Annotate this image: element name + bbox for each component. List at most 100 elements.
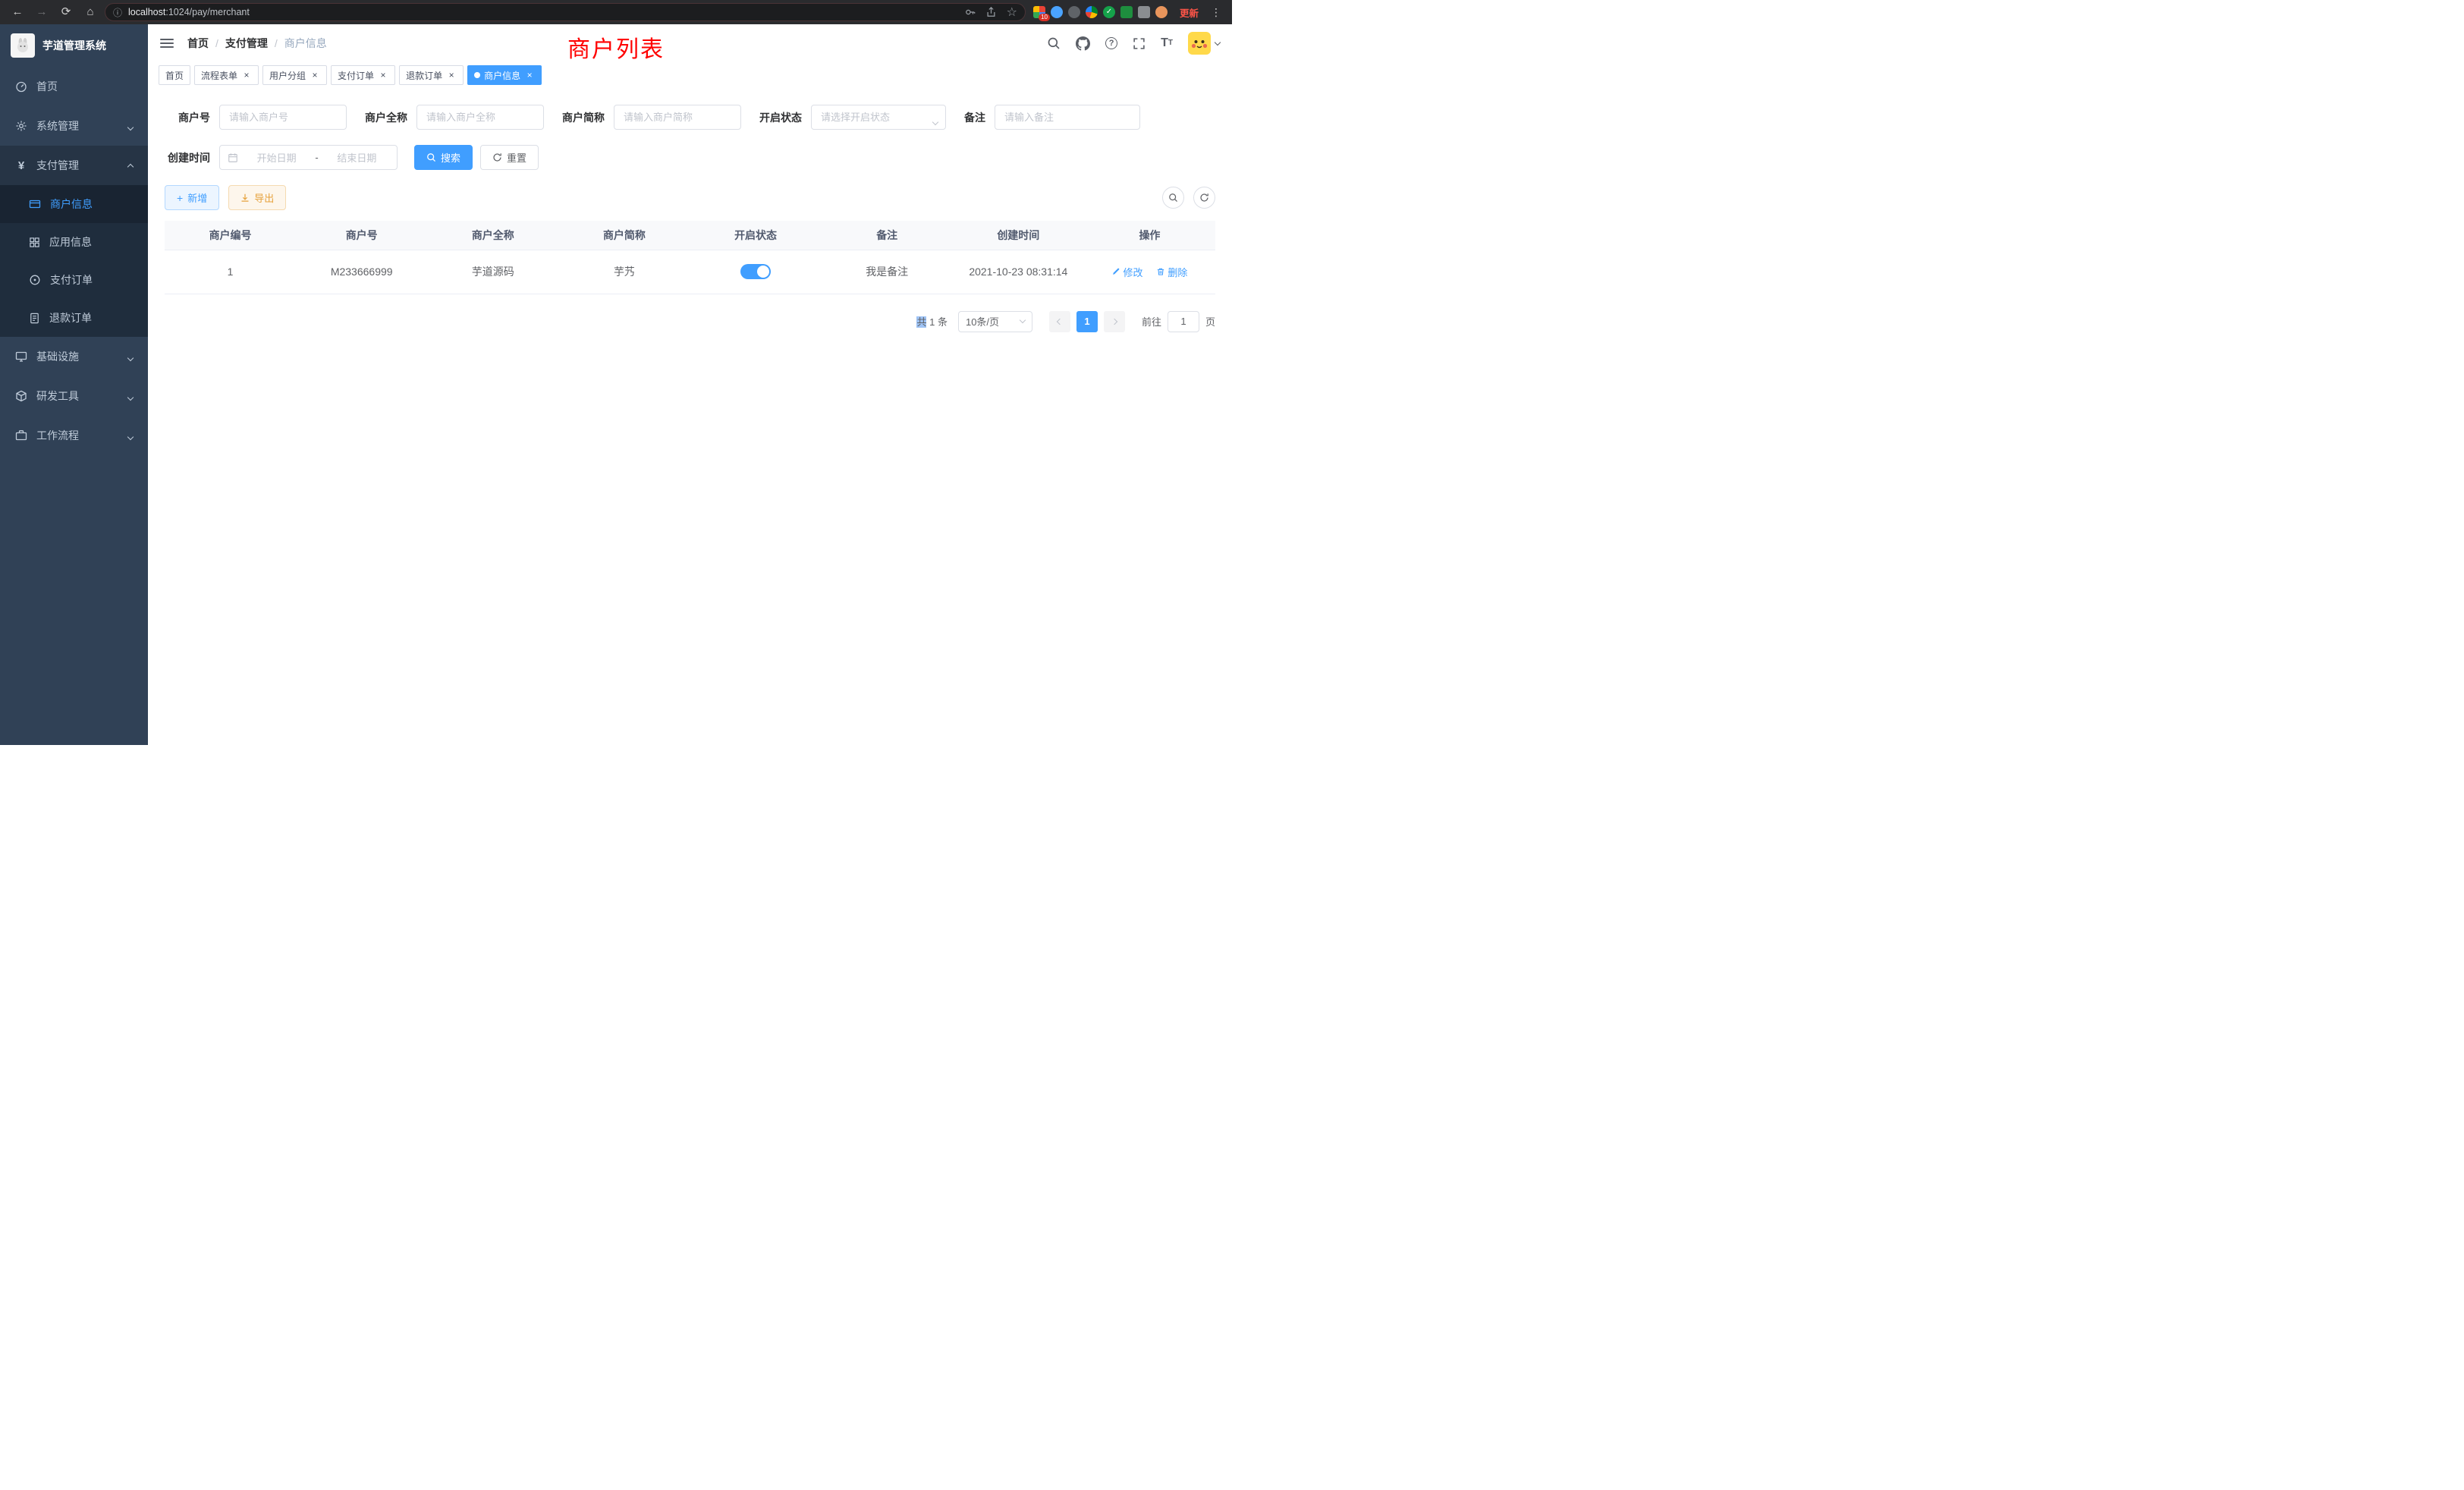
sidebar-item-home[interactable]: 首页	[0, 67, 148, 106]
toolbar-right-panel	[1162, 187, 1215, 209]
tab-label: 退款订单	[406, 69, 442, 82]
full-name-input[interactable]	[416, 105, 544, 130]
extension-colorful-icon[interactable]: 10	[1033, 6, 1045, 18]
browser-back-icon[interactable]: ←	[8, 2, 27, 22]
tags-view: 首页 流程表单 × 用户分组 × 支付订单 × 退款订单 × 商户信息 ×	[148, 62, 1232, 88]
prev-page-button[interactable]	[1049, 311, 1070, 332]
close-icon[interactable]: ×	[446, 70, 457, 80]
browser-update-button[interactable]: 更新	[1175, 5, 1203, 20]
password-key-icon[interactable]	[965, 7, 976, 17]
close-icon[interactable]: ×	[524, 70, 535, 80]
calendar-icon	[228, 152, 238, 163]
sidebar-item-merchant-info[interactable]: 商户信息	[0, 185, 148, 223]
close-icon[interactable]: ×	[241, 70, 252, 80]
browser-menu-icon[interactable]: ⋮	[1208, 6, 1224, 19]
main-area: 首页 / 支付管理 / 商户信息 ? TT	[148, 24, 1232, 745]
merchant-no-input[interactable]	[219, 105, 347, 130]
sidebar-item-pay-order[interactable]: 支付订单	[0, 261, 148, 299]
date-range-picker[interactable]: 开始日期 - 结束日期	[219, 145, 398, 170]
status-toggle[interactable]	[740, 264, 771, 279]
extension-green-check-icon[interactable]: ✓	[1103, 6, 1115, 18]
github-icon[interactable]	[1076, 36, 1090, 51]
sidebar-item-infrastructure[interactable]: 基础设施	[0, 337, 148, 376]
browser-home-icon[interactable]: ⌂	[80, 2, 100, 22]
merchant-no-label: 商户号	[165, 110, 210, 125]
browser-address-bar[interactable]: ⓘ localhost:1024/pay/merchant ☆	[105, 3, 1026, 21]
site-info-icon[interactable]: ⓘ	[113, 6, 122, 19]
browser-profile-avatar[interactable]	[1155, 6, 1168, 18]
tab-label: 首页	[165, 69, 184, 82]
tab-pay-order[interactable]: 支付订单 ×	[331, 65, 395, 85]
sidebar-item-label: 商户信息	[50, 196, 93, 212]
chevron-down-icon	[128, 390, 133, 402]
next-page-button[interactable]	[1104, 311, 1125, 332]
refresh-table-icon[interactable]	[1193, 187, 1215, 209]
cell-short-name: 芋艿	[558, 250, 690, 294]
tab-user-group[interactable]: 用户分组 ×	[262, 65, 327, 85]
breadcrumb-home[interactable]: 首页	[187, 36, 209, 51]
sidebar-item-dev-tools[interactable]: 研发工具	[0, 376, 148, 416]
sidebar-item-refund-order[interactable]: 退款订单	[0, 299, 148, 337]
share-icon[interactable]	[986, 7, 996, 17]
sidebar-toggle-icon[interactable]	[160, 39, 174, 48]
search-icon[interactable]	[1047, 36, 1061, 50]
delete-button[interactable]: 删除	[1156, 265, 1187, 279]
short-name-input[interactable]	[614, 105, 741, 130]
column-header-actions: 操作	[1084, 221, 1215, 250]
tab-home[interactable]: 首页	[159, 65, 190, 85]
sidebar-item-workflow[interactable]: 工作流程	[0, 416, 148, 455]
close-icon[interactable]: ×	[378, 70, 388, 80]
pencil-icon	[1111, 267, 1120, 276]
date-end-placeholder: 结束日期	[325, 150, 389, 165]
sidebar: 芋道管理系统 首页 系统管理 ¥ 支付管理 商户信息	[0, 24, 148, 745]
pagination-goto: 前往 页	[1142, 311, 1215, 332]
close-icon[interactable]: ×	[310, 70, 320, 80]
breadcrumb-payment[interactable]: 支付管理	[225, 36, 268, 51]
sidebar-item-system[interactable]: 系统管理	[0, 106, 148, 146]
status-select[interactable]	[811, 105, 946, 130]
browser-forward-icon[interactable]: →	[32, 2, 52, 22]
grid-icon	[29, 237, 40, 248]
export-button[interactable]: 导出	[228, 185, 286, 210]
column-header-remark: 备注	[822, 221, 953, 250]
edit-button[interactable]: 修改	[1111, 265, 1142, 279]
toggle-search-icon[interactable]	[1162, 187, 1184, 209]
bookmark-star-icon[interactable]: ☆	[1007, 5, 1017, 20]
fullscreen-icon[interactable]	[1133, 37, 1146, 50]
sidebar-item-app-info[interactable]: 应用信息	[0, 223, 148, 261]
help-icon[interactable]: ?	[1105, 37, 1117, 49]
sidebar-item-label: 首页	[36, 79, 58, 94]
reset-button[interactable]: 重置	[480, 145, 539, 170]
column-header-id: 商户编号	[165, 221, 296, 250]
avatar-caret-icon	[1215, 39, 1221, 45]
browser-refresh-icon[interactable]: ⟳	[56, 2, 76, 22]
extension-drop-icon[interactable]	[1051, 6, 1063, 18]
tab-process-form[interactable]: 流程表单 ×	[194, 65, 259, 85]
page-number-button[interactable]: 1	[1076, 311, 1098, 332]
remark-input[interactable]	[995, 105, 1140, 130]
tab-merchant-info[interactable]: 商户信息 ×	[467, 65, 542, 85]
short-name-label: 商户简称	[562, 110, 605, 125]
date-separator: -	[315, 152, 318, 163]
extension-dark-icon[interactable]	[1068, 6, 1080, 18]
add-button[interactable]: + 新增	[165, 185, 219, 210]
export-button-label: 导出	[254, 190, 274, 205]
goto-page-input[interactable]	[1168, 311, 1199, 332]
user-avatar[interactable]	[1188, 32, 1220, 55]
page-size-select[interactable]: 10条/页	[958, 311, 1032, 332]
extensions-puzzle-icon[interactable]	[1138, 6, 1150, 18]
trash-icon	[1156, 267, 1165, 276]
briefcase-icon	[15, 429, 27, 442]
status-select-input[interactable]	[811, 105, 946, 130]
sidebar-logo[interactable]: 芋道管理系统	[0, 24, 148, 67]
browser-chrome: ← → ⟳ ⌂ ⓘ localhost:1024/pay/merchant ☆ …	[0, 0, 1232, 24]
download-icon	[240, 193, 250, 203]
tab-refund-order[interactable]: 退款订单 ×	[399, 65, 464, 85]
extension-green-square-icon[interactable]	[1120, 6, 1133, 18]
sidebar-item-payment[interactable]: ¥ 支付管理	[0, 146, 148, 185]
app-shell: 芋道管理系统 首页 系统管理 ¥ 支付管理 商户信息	[0, 24, 1232, 745]
search-button[interactable]: 搜索	[414, 145, 473, 170]
extension-meet-icon[interactable]	[1086, 6, 1098, 18]
font-size-icon[interactable]: TT	[1161, 37, 1173, 49]
page-suffix: 页	[1205, 314, 1215, 328]
